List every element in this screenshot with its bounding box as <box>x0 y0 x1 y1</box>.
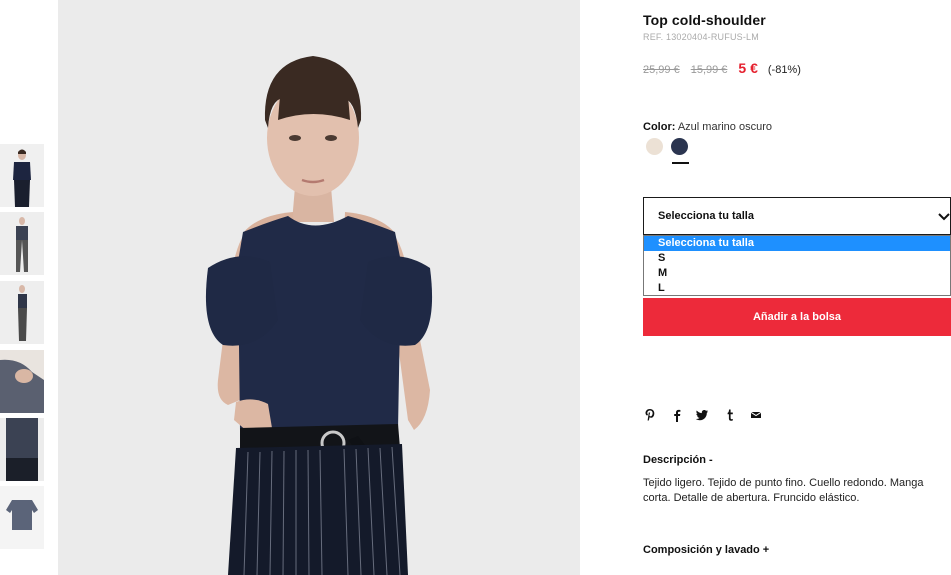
size-option-m[interactable]: M <box>644 266 950 281</box>
color-swatch-navy[interactable] <box>671 138 688 155</box>
price-row: 25,99 € 15,99 € 5 € (-81%) <box>643 60 801 78</box>
product-main-image[interactable] <box>58 0 580 575</box>
product-info-panel: Top cold-shoulder REF. 13020404-RUFUS-LM… <box>643 0 951 575</box>
mail-icon[interactable] <box>749 407 763 423</box>
twitter-icon[interactable] <box>695 407 709 423</box>
discount-badge: (-81%) <box>767 64 801 76</box>
price-previous: 15,99 € <box>690 64 728 76</box>
size-option-s[interactable]: S <box>644 251 950 266</box>
facebook-icon[interactable] <box>670 407 684 423</box>
size-option-l[interactable]: L <box>644 281 950 296</box>
product-title: Top cold-shoulder <box>643 12 766 28</box>
pinterest-icon[interactable] <box>643 407 657 423</box>
product-reference: REF. 13020404-RUFUS-LM <box>643 32 759 42</box>
description-toggle[interactable]: Descripción - <box>643 454 713 466</box>
color-name: Azul marino oscuro <box>677 121 772 133</box>
size-option-placeholder[interactable]: Selecciona tu talla <box>644 236 950 251</box>
price-current: 5 € <box>738 60 758 76</box>
thumbnail-shoulder-detail[interactable] <box>0 350 44 413</box>
color-label: Color: <box>643 121 676 133</box>
size-select[interactable]: Selecciona tu talla <box>643 197 951 235</box>
color-swatch-beige[interactable] <box>646 138 663 155</box>
selected-swatch-indicator <box>672 162 689 164</box>
thumbnail-side[interactable] <box>0 281 44 344</box>
thumbnail-full-length[interactable] <box>0 212 44 275</box>
price-original: 25,99 € <box>643 64 680 76</box>
thumbnail-front[interactable] <box>0 144 44 207</box>
composition-toggle[interactable]: Composición y lavado + <box>643 544 769 556</box>
add-to-bag-button[interactable]: Añadir a la bolsa <box>643 298 951 336</box>
chevron-down-icon <box>938 210 950 222</box>
description-text: Tejido ligero. Tejido de punto fino. Cue… <box>643 477 924 504</box>
size-select-label: Selecciona tu talla <box>658 210 754 222</box>
size-dropdown-list: Selecciona tu talla S M L <box>643 235 951 296</box>
thumbnail-back[interactable] <box>0 418 44 481</box>
thumbnail-flat[interactable] <box>0 486 44 549</box>
tumblr-icon[interactable] <box>723 407 737 423</box>
color-row: Color: Azul marino oscuro <box>643 121 772 133</box>
